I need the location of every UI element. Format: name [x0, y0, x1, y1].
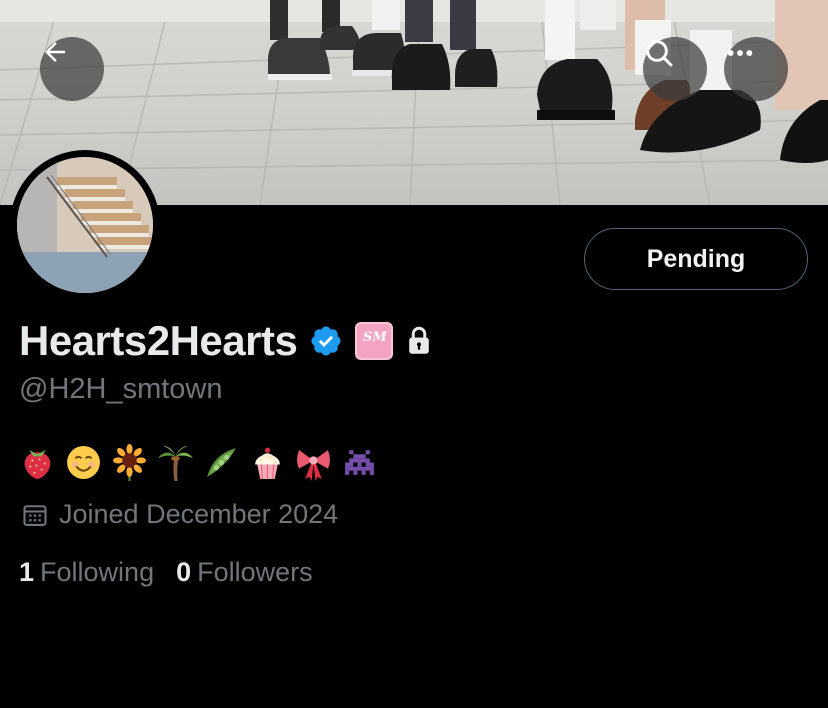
profile-avatar[interactable] — [10, 150, 160, 300]
joined-date: Joined December 2024 — [21, 499, 338, 530]
more-options-button[interactable] — [724, 37, 788, 101]
back-button[interactable] — [40, 37, 104, 101]
profile-stats: 1 Following 0 Followers — [19, 557, 335, 588]
palm-tree-emoji — [158, 445, 193, 481]
following-label: Following — [40, 557, 155, 587]
smiling-face-emoji — [67, 445, 100, 479]
lock-icon — [405, 326, 433, 356]
cupcake-emoji — [255, 447, 280, 479]
ribbon-emoji — [297, 449, 330, 481]
more-dots-icon — [727, 50, 753, 56]
strawberry-emoji — [24, 449, 51, 479]
profile-name-row: Hearts2Hearts SM 30 — [19, 316, 433, 366]
profile-bio — [19, 441, 378, 483]
verified-badge-icon[interactable] — [309, 324, 343, 358]
pending-follow-button[interactable]: Pending — [584, 228, 808, 290]
profile-handle: @H2H_smtown — [19, 373, 223, 405]
display-name: Hearts2Hearts — [19, 317, 298, 364]
pea-pod-emoji — [207, 447, 236, 477]
alien-monster-emoji — [345, 449, 374, 475]
followers-label: Followers — [197, 557, 313, 587]
avatar-image — [17, 157, 153, 293]
sunflower-emoji — [113, 443, 146, 481]
following-link[interactable]: 1 Following — [19, 557, 154, 588]
arrow-left-icon — [45, 42, 65, 62]
affiliate-badge-text: SM 30 — [363, 330, 389, 345]
affiliate-badge-icon[interactable]: SM 30 — [355, 322, 394, 360]
followers-link[interactable]: 0 Followers — [176, 557, 313, 588]
followers-count: 0 — [176, 557, 192, 587]
following-count: 1 — [19, 557, 35, 587]
search-button[interactable] — [643, 37, 707, 101]
calendar-icon — [23, 504, 47, 526]
joined-date-text: Joined December 2024 — [59, 499, 339, 529]
search-icon — [646, 40, 673, 67]
